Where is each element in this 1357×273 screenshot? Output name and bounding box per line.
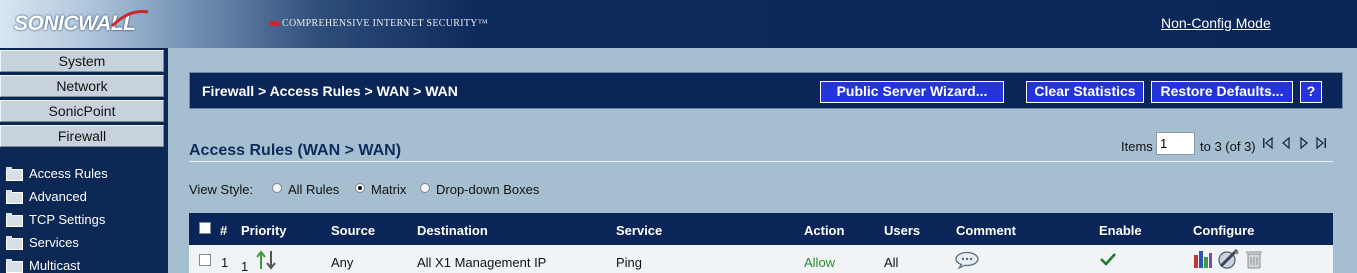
priority-arrows-icon[interactable] [255,249,279,271]
page-title-bar: Firewall > Access Rules > WAN > WAN Publ… [189,72,1343,109]
folder-icon [6,236,23,250]
folder-icon [6,190,23,204]
last-page-icon[interactable] [1315,136,1327,150]
radio-label-matrix: Matrix [371,182,407,197]
breadcrumb: Firewall > Access Rules > WAN > WAN [202,83,458,99]
clear-statistics-button[interactable]: Clear Statistics [1025,80,1145,104]
tagline-mark-icon [270,21,279,27]
previous-page-icon[interactable] [1280,136,1292,150]
table-row[interactable]: 1 1 Any All X1 Management IP Ping Allow … [189,245,1333,273]
col-service: Service [616,223,663,238]
first-page-icon[interactable] [1262,136,1274,150]
col-action: Action [804,223,845,238]
help-button[interactable]: ? [1299,80,1323,104]
tagline-text: COMPREHENSIVE INTERNET SECURITY™ [282,18,488,29]
non-config-mode-link[interactable]: Non-Config Mode [1161,15,1271,31]
col-comment: Comment [956,223,1016,238]
open-folder-icon [6,167,23,181]
radio-label-all-rules: All Rules [288,182,340,197]
edit-tools-icon[interactable] [1217,248,1241,270]
folder-icon [6,259,23,273]
next-page-icon[interactable] [1298,136,1310,150]
tagline: COMPREHENSIVE INTERNET SECURITY™ [270,18,488,29]
rules-table-header: # Priority Source Destination Service Ac… [189,213,1333,245]
sidebar-item-multicast[interactable]: Multicast [6,257,80,273]
items-range-label: to 3 (of 3) [1200,139,1256,154]
radio-drop-down-boxes[interactable] [420,183,430,193]
select-all-checkbox[interactable] [199,222,211,234]
radio-label-drop-down-boxes: Drop-down Boxes [436,182,540,197]
sidebar-item-advanced[interactable]: Advanced [6,188,87,206]
col-number: # [220,223,228,238]
col-configure: Configure [1193,223,1255,238]
restore-defaults-button[interactable]: Restore Defaults... [1150,80,1294,104]
sidebar-item-label: Advanced [29,189,87,204]
row-action: Allow [804,255,836,270]
sidebar-item-access-rules[interactable]: Access Rules [6,165,108,183]
col-source: Source [331,223,376,238]
section-divider [189,161,1333,162]
nav-sonicpoint-button[interactable]: SonicPoint [0,100,164,122]
row-select-checkbox[interactable] [199,254,211,266]
radio-all-rules[interactable] [272,183,282,193]
items-input[interactable] [1156,132,1195,155]
col-priority: Priority [241,223,287,238]
sidebar: System Network SonicPoint Firewall Acces… [0,48,168,273]
header-banner: SONICWALL COMPREHENSIVE INTERNET SECURIT… [0,0,1357,48]
statistics-icon[interactable] [1193,249,1213,269]
sonicwall-logo: SONICWALL [14,8,149,40]
sidebar-item-services[interactable]: Services [6,234,79,252]
sidebar-item-label: TCP Settings [29,212,106,227]
enabled-checkmark-icon[interactable] [1100,252,1116,266]
nav-system-button[interactable]: System [0,50,164,72]
nav-firewall-button[interactable]: Firewall [0,125,164,147]
row-priority: 1 [241,259,249,273]
col-enable: Enable [1099,223,1142,238]
comment-bubble-icon[interactable] [954,251,980,269]
sidebar-item-label: Access Rules [29,166,108,181]
view-style-label: View Style: [189,182,254,197]
sidebar-item-tcp-settings[interactable]: TCP Settings [6,211,105,229]
folder-icon [6,213,23,227]
row-service: Ping [616,255,643,270]
col-users: Users [884,223,921,238]
row-users: All [884,255,899,270]
public-server-wizard-button[interactable]: Public Server Wizard... [819,80,1005,104]
logo-swoosh-icon [110,10,149,28]
sidebar-item-label: Multicast [29,258,81,273]
row-destination: All X1 Management IP [417,255,547,270]
col-destination: Destination [417,223,488,238]
sidebar-item-label: Services [29,235,79,250]
section-title: Access Rules (WAN > WAN) [189,142,402,159]
nav-network-button[interactable]: Network [0,75,164,97]
delete-trash-icon[interactable] [1245,249,1263,269]
main-panel: Firewall > Access Rules > WAN > WAN Publ… [168,48,1357,273]
row-source: Any [331,255,354,270]
radio-matrix[interactable] [355,183,365,193]
row-number: 1 [221,255,229,270]
items-label: Items [1121,139,1153,154]
